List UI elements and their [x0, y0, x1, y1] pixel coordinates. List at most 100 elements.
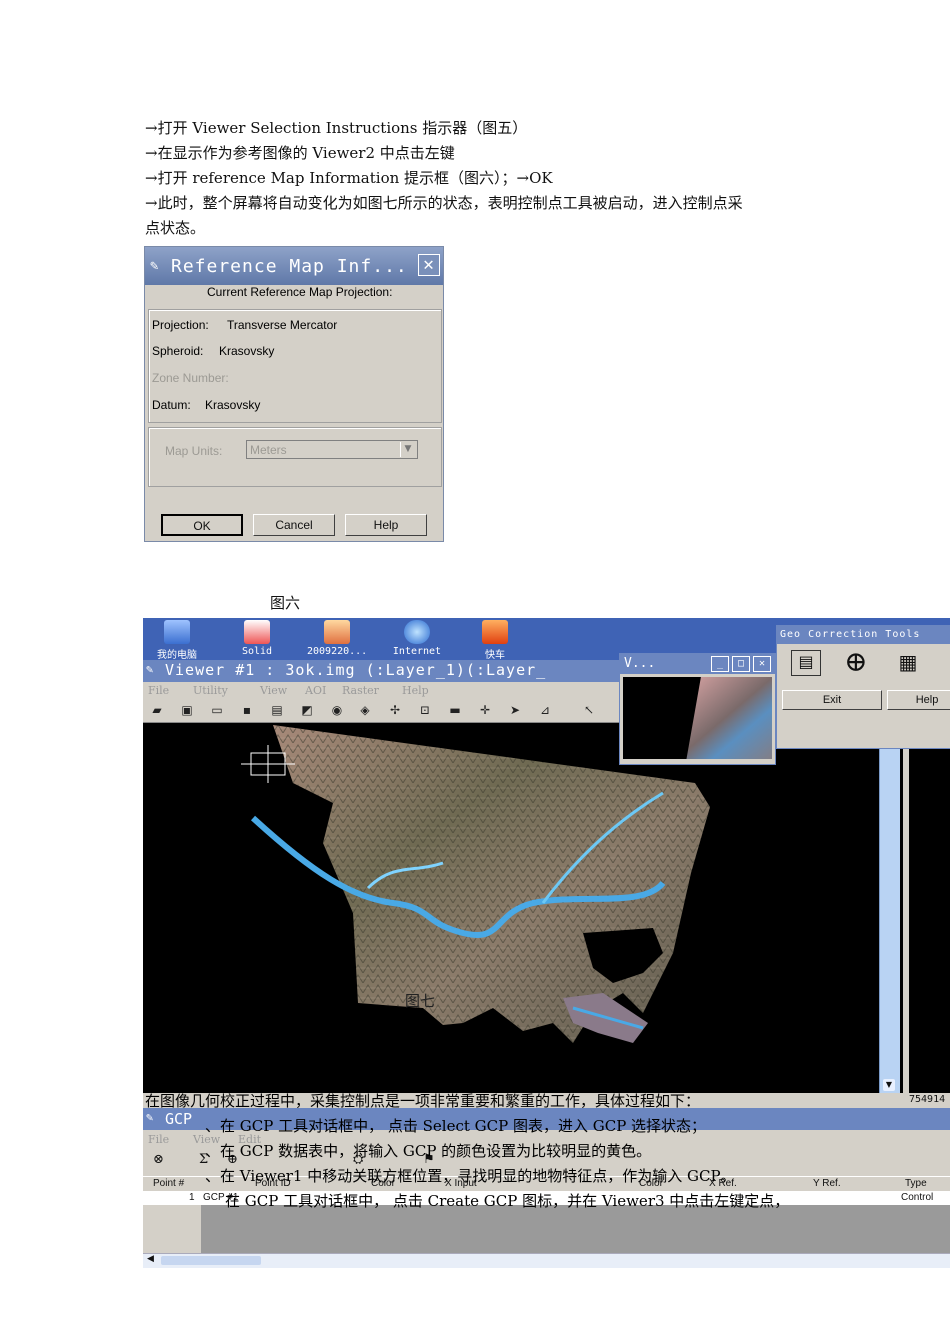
eraser-icon[interactable]: ◩ [299, 703, 315, 718]
desktop-icon-label: 2009220... [307, 646, 368, 657]
overlay-line-4: 、在 Viewer1 中移动关联方框位置，寻找明显的地物特征点，作为输入 GCP… [205, 1167, 736, 1185]
geo-exit-button[interactable]: Exit [782, 690, 882, 710]
save-icon[interactable]: ▪ [239, 703, 255, 718]
datum-label: Datum: [152, 398, 191, 412]
horizontal-scrollbar[interactable]: ◀ [143, 1253, 950, 1268]
display-icon[interactable]: ▤ [791, 650, 821, 676]
geo-help-button[interactable]: Help [887, 690, 950, 710]
cancel-button[interactable]: Cancel [253, 514, 335, 536]
help-button[interactable]: Help [345, 514, 427, 536]
info-icon[interactable]: ◉ [329, 703, 345, 718]
print-icon[interactable]: ▤ [269, 703, 285, 718]
grid-icon[interactable]: ▦ [893, 650, 923, 674]
desktop-icon-kuaiche[interactable]: 快车 [465, 620, 525, 661]
scroll-thumb[interactable] [161, 1256, 261, 1265]
spheroid-label: Spheroid: [152, 344, 204, 358]
paragraph-5: 点状态。 [145, 219, 206, 237]
maximize-icon[interactable]: □ [732, 656, 750, 672]
ok-button[interactable]: OK [161, 514, 243, 536]
col-y-ref[interactable]: Y Ref. [813, 1178, 841, 1189]
dialog-titlebar[interactable]: ✎ Reference Map Inf... ✕ [145, 247, 443, 285]
small-viewer-window: V... _ □ ✕ [619, 653, 776, 765]
paragraph-4: →此时，整个屏幕将自动变化为如图七所示的状态，表明控制点工具被启动，进入控制点采 [145, 194, 743, 212]
desktop-icon-solid[interactable]: Solid [227, 620, 287, 657]
coord-readout: 754914 [909, 1094, 946, 1105]
menu-view[interactable]: View [260, 684, 287, 697]
erdas-screenshot: 我的电脑 Solid 2009220... Internet 快车 ✎ View… [143, 618, 950, 1288]
desktop-icon-folder[interactable]: 2009220... [307, 620, 367, 657]
close-icon[interactable]: ✕ [753, 656, 771, 672]
profile-icon[interactable]: ⊿ [537, 703, 553, 718]
desktop-icon-label: Solid [241, 646, 273, 657]
small-viewer-image [685, 677, 772, 759]
open-icon[interactable]: ▰ [149, 703, 165, 718]
reference-map-dialog: ✎ Reference Map Inf... ✕ Current Referen… [144, 246, 444, 542]
crosshair-icon[interactable]: ✛ [477, 703, 493, 718]
gcp-app-icon: ✎ [146, 1110, 154, 1124]
desktop-icon-label: Internet [392, 646, 442, 657]
scroll-down-icon[interactable]: ▼ [883, 1079, 895, 1091]
table-empty-area [201, 1205, 950, 1253]
folder-icon[interactable]: ▣ [179, 703, 195, 718]
small-viewer-titlebar[interactable]: V... _ □ ✕ [620, 654, 775, 674]
cell-point-num: 1 [189, 1192, 195, 1203]
viewer-toolbar: ▰ ▣ ▭ ▪ ▤ ◩ ◉ ◈ ✢ ⊡ ▬ ✛ ➤ ⊿ ↖ [143, 700, 623, 723]
gcp-menu-file[interactable]: File [148, 1133, 169, 1146]
bottom-blank [143, 1268, 950, 1288]
figure-6-caption: 图六 [270, 594, 301, 612]
close-button[interactable]: ✕ [418, 254, 440, 276]
solid-icon [244, 620, 270, 644]
cell-type[interactable]: Control [901, 1192, 933, 1203]
map-units-select[interactable]: Meters ▼ [246, 440, 418, 459]
geo-correction-tools: Geo Correction Tools ▤ ⊕ ▦ Exit Help [776, 625, 950, 749]
projection-label: Projection: [152, 318, 209, 332]
viewer-border [903, 748, 909, 1093]
extent-icon[interactable]: ⊡ [417, 703, 433, 718]
projection-value: Transverse Mercator [227, 318, 338, 332]
dialog-heading: Current Reference Map Projection: [207, 285, 393, 299]
gcp-title: GCP [165, 1110, 193, 1128]
menu-help[interactable]: Help [402, 684, 429, 697]
menu-raster[interactable]: Raster [342, 684, 379, 697]
viewer-menubar: File Utility View AOI Raster Help [143, 682, 623, 700]
desktop-icon-internet[interactable]: Internet [387, 620, 447, 657]
small-viewer-title: V... [624, 656, 656, 671]
app-icon: ✎ [150, 258, 160, 274]
paragraph-1: →打开 Viewer Selection Instructions 指示器（图五… [145, 119, 528, 137]
zoom-icon[interactable]: ◈ [357, 703, 373, 718]
minimize-icon[interactable]: _ [711, 656, 729, 672]
overlay-line-3: 、在 GCP 数据表中，将输入 GCP 的颜色设置为比较明显的黄色。 [205, 1142, 652, 1160]
chevron-down-icon[interactable]: ▼ [400, 442, 415, 457]
fit-icon[interactable]: ✢ [387, 703, 403, 718]
scroll-left-icon[interactable]: ◀ [147, 1254, 154, 1264]
viewer-scrollbar[interactable]: ▼ [879, 748, 900, 1093]
internet-icon [404, 620, 430, 644]
viewer-titlebar[interactable]: ✎ Viewer #1 : 3ok.img (:Layer_1)(:Layer_ [143, 660, 623, 682]
figure-7-caption: 图七 [405, 992, 436, 1010]
overlay-line-2: 、在 GCP 工具对话框中， 点击 Select GCP 图表，进入 GCP 选… [205, 1117, 707, 1135]
new-icon[interactable]: ▭ [209, 703, 225, 718]
arrow-icon[interactable]: ➤ [507, 703, 523, 718]
desktop-icon-computer[interactable]: 我的电脑 [147, 620, 207, 661]
menu-utility[interactable]: Utility [193, 684, 228, 697]
overlay-line-1: 在图像几何校正过程中，采集控制点是一项非常重要和繁重的工作，具体过程如下： [145, 1092, 701, 1110]
computer-icon [164, 620, 190, 644]
small-viewer-canvas[interactable] [623, 677, 772, 759]
gcp-select-icon[interactable]: ⊗ [153, 1152, 164, 1167]
map-units-value: Meters [250, 443, 287, 457]
col-type[interactable]: Type [905, 1178, 927, 1189]
viewer-app-icon: ✎ [146, 662, 155, 676]
paragraph-2: →在显示作为参考图像的 Viewer2 中点击左键 [145, 144, 455, 162]
geo-tools-titlebar[interactable]: Geo Correction Tools [777, 626, 950, 644]
measure-icon[interactable]: ▬ [447, 703, 463, 718]
satellite-image[interactable] [143, 723, 883, 1093]
row-header-area [143, 1205, 201, 1253]
viewer-title: Viewer #1 : 3ok.img (:Layer_1)(:Layer_ [165, 661, 547, 679]
crosshair-tool-icon[interactable]: ⊕ [839, 648, 873, 676]
menu-aoi[interactable]: AOI [305, 684, 326, 697]
datum-value: Krasovsky [205, 398, 261, 412]
menu-file[interactable]: File [148, 684, 169, 697]
zone-label: Zone Number: [152, 371, 229, 385]
pointer-icon[interactable]: ↖ [581, 703, 597, 718]
col-point-num[interactable]: Point # [153, 1178, 184, 1189]
